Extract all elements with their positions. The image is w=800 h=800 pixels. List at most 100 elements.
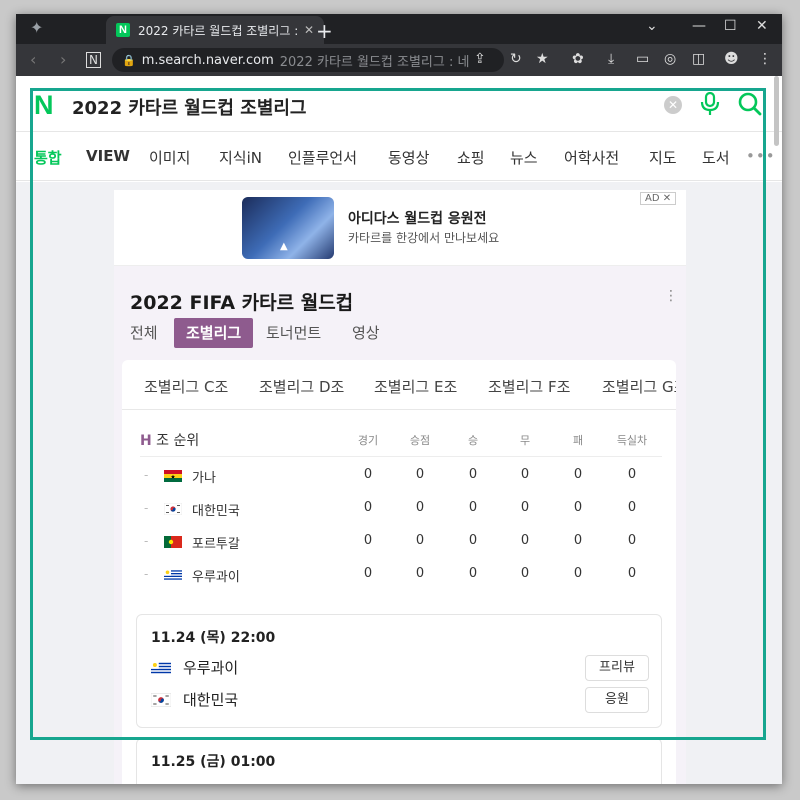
table-row[interactable]: - 대한민국 0 0 0 0 0 0 bbox=[122, 495, 676, 525]
page-scrollbar[interactable] bbox=[774, 76, 779, 146]
clear-search-button[interactable]: ✕ bbox=[664, 96, 682, 114]
stat-losses: 0 bbox=[573, 533, 583, 548]
stat-played: 0 bbox=[363, 467, 373, 482]
tab-video[interactable]: 동영상 bbox=[388, 147, 429, 168]
stat-draws: 0 bbox=[520, 500, 530, 515]
standings-title: H 조 순위 bbox=[140, 430, 199, 450]
tab-integrated[interactable]: 통합 bbox=[34, 147, 62, 168]
team-name[interactable]: 가나 bbox=[192, 467, 216, 486]
col-wins: 승 bbox=[467, 434, 479, 447]
team-name[interactable]: 대한민국 bbox=[192, 500, 240, 519]
tab-shopping[interactable]: 쇼핑 bbox=[457, 147, 485, 168]
sidebar-icon[interactable]: ◫ bbox=[692, 51, 705, 67]
browser-toolbar: ‹ › N 🔒 m.search.naver.com 2022 카타르 월드컵 … bbox=[16, 44, 782, 76]
extensions-icon[interactable]: ✿ bbox=[572, 51, 584, 67]
tab-knowledge-in[interactable]: 지식iN bbox=[219, 147, 262, 168]
tab-news[interactable]: 뉴스 bbox=[510, 147, 538, 168]
group-tab-f[interactable]: 조별리그 F조 bbox=[488, 376, 570, 397]
tab-title: 2022 카타르 월드컵 조별리그 : bbox=[138, 23, 298, 38]
maximize-button[interactable]: ☐ bbox=[724, 18, 737, 34]
subtab-all[interactable]: 전체 bbox=[130, 318, 158, 348]
match-team-home[interactable]: 우루과이 bbox=[183, 657, 238, 678]
search-input[interactable]: 2022 카타르 월드컵 조별리그 bbox=[72, 94, 307, 120]
tab-view[interactable]: VIEW bbox=[86, 147, 130, 165]
stat-points: 0 bbox=[415, 467, 425, 482]
forward-arrow-icon[interactable]: › bbox=[60, 50, 66, 69]
address-bar[interactable]: 🔒 m.search.naver.com 2022 카타르 월드컵 조별리그 :… bbox=[112, 48, 504, 72]
minimize-button[interactable]: — bbox=[692, 18, 706, 34]
close-window-button[interactable]: ✕ bbox=[756, 18, 768, 34]
stat-goal-diff: 0 bbox=[627, 500, 637, 515]
stat-points: 0 bbox=[415, 500, 425, 515]
subtab-video[interactable]: 영상 bbox=[352, 318, 380, 348]
ad-title[interactable]: 아디다스 월드컵 응원전 bbox=[348, 208, 487, 228]
team-name[interactable]: 포르투갈 bbox=[192, 533, 240, 552]
tab-books[interactable]: 도서 bbox=[702, 147, 730, 168]
uruguay-flag-icon bbox=[164, 569, 182, 581]
tab-search-chevron-icon[interactable]: ⌄ bbox=[646, 18, 658, 34]
tab-close-icon[interactable]: ✕ bbox=[304, 23, 314, 37]
col-goal-diff: 득실차 bbox=[616, 434, 648, 447]
site-info-icon[interactable]: N bbox=[86, 52, 101, 68]
col-losses: 패 bbox=[572, 434, 584, 447]
profile-avatar[interactable]: ☻ bbox=[724, 51, 739, 67]
ad-description: 카타르를 한강에서 만나보세요 bbox=[348, 231, 500, 245]
menu-kebab-icon[interactable]: ⋮ bbox=[758, 51, 772, 67]
stat-goal-diff: 0 bbox=[627, 533, 637, 548]
stat-points: 0 bbox=[415, 533, 425, 548]
match-team-away[interactable]: 대한민국 bbox=[183, 689, 238, 710]
match-time: 11.24 (목) 22:00 bbox=[151, 630, 276, 646]
new-tab-button[interactable]: + bbox=[316, 19, 333, 43]
group-tab-g[interactable]: 조별리그 G조 bbox=[602, 376, 676, 397]
table-row[interactable]: - 가나 0 0 0 0 0 0 bbox=[122, 462, 676, 492]
naver-favicon-icon: N bbox=[116, 23, 130, 37]
tab-influencer[interactable]: 인플루언서 bbox=[288, 147, 357, 168]
group-tab-d[interactable]: 조별리그 D조 bbox=[259, 376, 344, 397]
stat-goal-diff: 0 bbox=[627, 467, 637, 482]
stat-points: 0 bbox=[415, 566, 425, 581]
group-tab-c[interactable]: 조별리그 C조 bbox=[144, 376, 228, 397]
stat-wins: 0 bbox=[468, 467, 478, 482]
capture-icon[interactable]: ▭ bbox=[636, 51, 649, 67]
match-card[interactable]: 11.25 (금) 01:00 bbox=[136, 738, 662, 784]
stat-wins: 0 bbox=[468, 500, 478, 515]
table-row[interactable]: - 우루과이 0 0 0 0 0 0 bbox=[122, 561, 676, 591]
preview-button[interactable]: 프리뷰 bbox=[585, 655, 649, 681]
naver-logo[interactable]: N bbox=[34, 90, 54, 121]
download-icon[interactable]: ⤓ bbox=[608, 51, 614, 67]
rank-dash: - bbox=[144, 534, 149, 548]
ad-banner[interactable]: ▲ 아디다스 월드컵 응원전 카타르를 한강에서 만나보세요 AD ✕ bbox=[114, 190, 686, 266]
group-tab-e[interactable]: 조별리그 E조 bbox=[374, 376, 457, 397]
more-options-icon[interactable]: ⋮ bbox=[664, 288, 678, 304]
stat-goal-diff: 0 bbox=[627, 566, 637, 581]
subtab-tournament[interactable]: 토너먼트 bbox=[266, 318, 321, 348]
table-row[interactable]: - 포르투갈 0 0 0 0 0 0 bbox=[122, 528, 676, 558]
back-arrow-icon[interactable]: ‹ bbox=[30, 50, 36, 69]
reload-icon[interactable]: ↻ bbox=[510, 51, 522, 67]
tab-strip: ✦ N 2022 카타르 월드컵 조별리그 : ✕ + ⌄ — ☐ ✕ bbox=[16, 14, 782, 44]
ad-close-badge[interactable]: AD ✕ bbox=[640, 192, 677, 205]
screenshot-icon[interactable]: ◎ bbox=[664, 51, 676, 67]
match-time: 11.25 (금) 01:00 bbox=[151, 754, 276, 770]
share-icon[interactable]: ⇪ bbox=[474, 51, 486, 67]
microphone-icon[interactable] bbox=[700, 92, 720, 116]
search-icon[interactable] bbox=[738, 92, 762, 116]
team-name[interactable]: 우루과이 bbox=[192, 566, 240, 585]
tab-map[interactable]: 지도 bbox=[649, 147, 677, 168]
divider bbox=[140, 456, 662, 457]
tab-images[interactable]: 이미지 bbox=[149, 147, 190, 168]
naver-search-bar: N 2022 카타르 월드컵 조별리그 ✕ bbox=[16, 76, 782, 132]
results-area: ▲ 아디다스 월드컵 응원전 카타르를 한강에서 만나보세요 AD ✕ 2022… bbox=[16, 182, 782, 784]
worldcup-title[interactable]: 2022 FIFA 카타르 월드컵 bbox=[130, 288, 353, 315]
subtab-group-stage[interactable]: 조별리그 bbox=[174, 318, 254, 348]
stat-played: 0 bbox=[363, 566, 373, 581]
stat-wins: 0 bbox=[468, 566, 478, 581]
match-card[interactable]: 11.24 (목) 22:00 우루과이 대한민국 프리뷰 응원 bbox=[136, 614, 662, 728]
group-letter: H bbox=[140, 433, 152, 449]
more-tabs-icon[interactable]: ••• bbox=[746, 147, 776, 165]
cheer-button[interactable]: 응원 bbox=[585, 687, 649, 713]
adidas-logo-icon: ▲ bbox=[280, 241, 288, 252]
bookmark-star-icon[interactable]: ★ bbox=[536, 51, 549, 67]
browser-tab[interactable]: N 2022 카타르 월드컵 조별리그 : ✕ bbox=[106, 16, 324, 44]
tab-dictionary[interactable]: 어학사전 bbox=[564, 147, 619, 168]
